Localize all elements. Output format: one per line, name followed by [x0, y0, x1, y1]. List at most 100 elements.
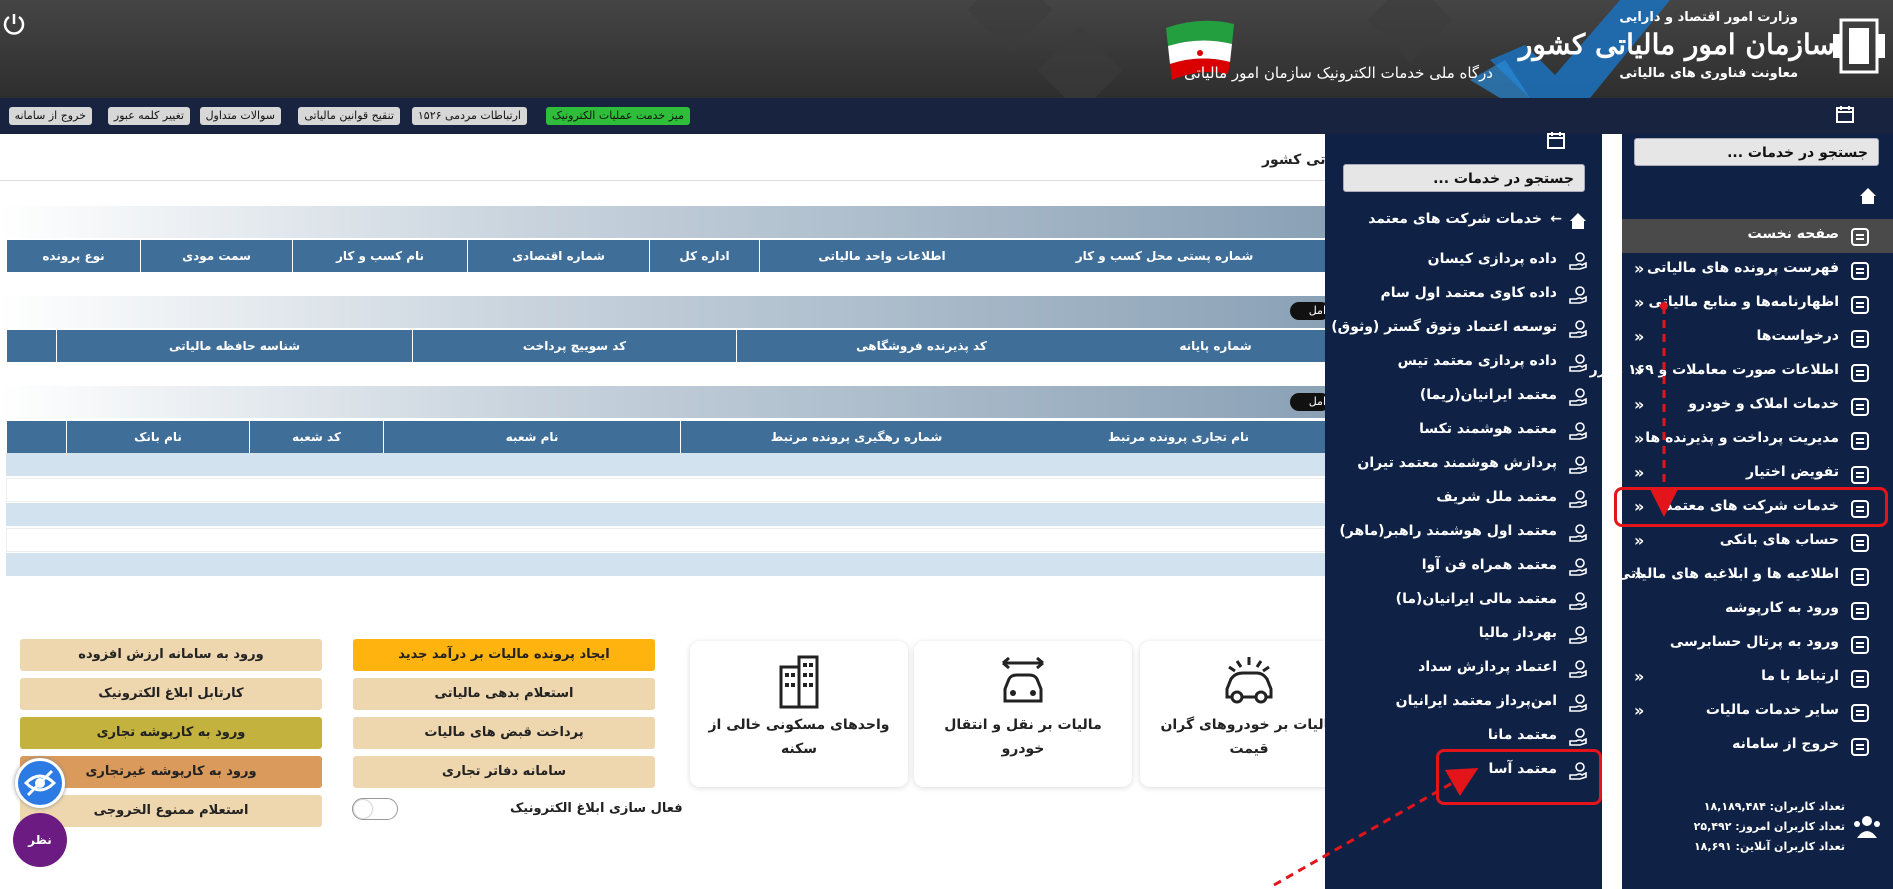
accessibility-button[interactable]: [15, 758, 65, 808]
submenu-item-label: داده پردازی کیسان: [1427, 251, 1557, 267]
sidebar-search-input[interactable]: جستجو در خدمات ...: [1634, 138, 1879, 166]
col-header: نام شعبه: [383, 421, 680, 453]
submenu-item[interactable]: بهرداز مالیا: [1325, 618, 1602, 652]
table-row[interactable]: [6, 528, 1325, 552]
chevron-left-icon: «: [1634, 667, 1645, 686]
sidebar-item-label: اطلاعیه ها و ابلاغیه های مالیاتی: [1616, 566, 1839, 582]
change-password-button[interactable]: تغییر کلمه عبور: [107, 107, 190, 125]
calendar-icon[interactable]: [1546, 130, 1566, 150]
sidebar-item[interactable]: حساب های بانکی «: [1622, 525, 1893, 559]
chevron-left-icon: «: [1634, 361, 1645, 380]
section-band: [0, 296, 1325, 328]
submenu-item[interactable]: داده پردازی کیسان: [1325, 244, 1602, 278]
table-row[interactable]: [6, 553, 1325, 577]
col-header: نام کسب و کار: [292, 240, 467, 272]
col-header: کد سوییچ پرداخت: [412, 330, 736, 362]
back-arrow-icon: ←: [1550, 211, 1562, 227]
sidebar-item[interactable]: تفویض اختیار «: [1622, 457, 1893, 491]
col-header: سمت مودی: [140, 240, 292, 272]
tax-laws-button[interactable]: تنقیح قوانین مالیاتی: [298, 107, 400, 125]
submenu-item-label: معتمد ایرانیان(ریما): [1419, 387, 1557, 403]
table3-header: نام بانک کد شعبه نام شعبه شماره رهگیری پ…: [6, 421, 1325, 453]
submenu-item[interactable]: پردازش هوشمند معتمد تیران: [1325, 448, 1602, 482]
sidebar-item[interactable]: اطلاعیه ها و ابلاغیه های مالیاتی «: [1617, 559, 1893, 593]
card-car-transfer-tax[interactable]: مالیات بر نقل و انتقال خودرو: [914, 641, 1132, 787]
sidebar-item[interactable]: ورود به کارپوشه: [1622, 593, 1893, 627]
header-pattern: [1367, 0, 1453, 63]
survey-button[interactable]: نظر سنجی: [13, 813, 67, 889]
hand-coin-icon: [1569, 456, 1587, 474]
hand-coin-icon: [1569, 388, 1587, 406]
submenu-item-label: معتمد مانا: [1487, 727, 1557, 743]
sidebar-item-label: خروج از سامانه: [1732, 736, 1839, 752]
submenu-item[interactable]: اعتماد پردازش سداد: [1325, 652, 1602, 686]
card-vacant-housing-tax[interactable]: واحدهای مسکونی خالی از سکنه: [690, 641, 908, 787]
table-row[interactable]: [6, 478, 1325, 502]
sidebar-item[interactable]: اطلاعات صورت معاملات و ۱۶۹ مکرر «: [1590, 355, 1893, 389]
sidebar-item[interactable]: ارتباط با ما «: [1622, 661, 1893, 695]
submenu-title[interactable]: ← خدمات شرکت های معتمد: [1325, 204, 1602, 238]
sidebar-item[interactable]: ورود به پرتال حسابرسی: [1622, 627, 1893, 661]
total-users-stat: تعداد کاربران: ۱۸,۱۸۹,۴۸۴: [1703, 800, 1845, 813]
exit-ban-inquiry-button[interactable]: استعلام ممنوع الخروجی: [20, 795, 322, 827]
chevron-left-icon: «: [1634, 463, 1645, 482]
home-icon[interactable]: [1858, 186, 1878, 206]
submenu-item[interactable]: معتمد هوشمند تکسا: [1325, 414, 1602, 448]
commercial-workspace-button[interactable]: ورود به کارپوشه تجاری: [20, 717, 322, 749]
table-row[interactable]: [6, 503, 1325, 527]
sidebar-item[interactable]: مدیریت پرداخت و پذیرنده ها «: [1622, 423, 1893, 457]
col-header: شناسه حافظه مالیاتی: [56, 330, 412, 362]
e-service-desk-button[interactable]: میز خدمت عملیات الکترونیک: [545, 107, 690, 125]
car-icon: [1225, 657, 1273, 704]
e-notice-inbox-button[interactable]: کارتابل ابلاغ الکترونیک: [20, 678, 322, 710]
mail-icon: [1851, 670, 1869, 688]
submenu-item[interactable]: معتمد ایرانیان(ریما): [1325, 380, 1602, 414]
chevron-left-icon: «: [1634, 531, 1645, 550]
sidebar-item-label: حساب های بانکی: [1719, 532, 1839, 548]
hand-coin-icon: [1569, 694, 1587, 712]
chevron-left-icon: «: [1634, 259, 1645, 278]
sidebar-item-label: ارتباط با ما: [1761, 668, 1839, 684]
sidebar-item[interactable]: اظهارنامه‌ها و منابع مالیاتی «: [1622, 287, 1893, 321]
col-header: [6, 421, 66, 453]
commercial-books-button[interactable]: سامانه دفاتر تجاری: [353, 756, 655, 788]
sidebar-item[interactable]: صفحه نخست: [1622, 219, 1893, 253]
e-notice-toggle[interactable]: [352, 798, 398, 820]
tax-debt-inquiry-button[interactable]: استعلام بدهی مالیاتی: [353, 678, 655, 710]
pay-tax-bills-button[interactable]: پرداخت قبض های مالیات: [353, 717, 655, 749]
col-header: نوع پرونده: [6, 240, 140, 272]
ministry-name: وزارت امور اقتصاد و دارایی: [1619, 10, 1798, 25]
submenu-item[interactable]: داده پردازی معتمد تیس: [1325, 346, 1602, 380]
submenu-item[interactable]: توسعه اعتماد وثوق گستر (وثوق): [1325, 312, 1602, 346]
sidebar-item[interactable]: سایر خدمات مالیات «: [1622, 695, 1893, 729]
section-band: [0, 386, 1325, 418]
sidebar-item[interactable]: خروج از سامانه: [1622, 729, 1893, 763]
sidebar-item[interactable]: درخواست‌ها «: [1622, 321, 1893, 355]
submenu-item[interactable]: امن‌پرداز معتمد ایرانیان: [1325, 686, 1602, 720]
new-income-tax-file-button[interactable]: ایجاد پرونده مالیات بر درآمد جدید: [353, 639, 655, 671]
submenu-item[interactable]: معتمد اول هوشمند راهبر(ماهر): [1325, 516, 1602, 550]
calendar-icon[interactable]: [1835, 104, 1855, 124]
vat-system-button[interactable]: ورود به سامانه ارزش افزوده: [20, 639, 322, 671]
faq-button[interactable]: سوالات متداول: [199, 107, 281, 125]
logout-button[interactable]: خروج از سامانه: [8, 107, 92, 125]
audit-icon: [1851, 636, 1869, 654]
submenu-item[interactable]: معتمد ملل شریف: [1325, 482, 1602, 516]
hand-coin-icon: [1569, 354, 1587, 372]
table-row[interactable]: [6, 453, 1325, 477]
public-relations-button[interactable]: ارتباطات مردمی ۱۵۲۶: [411, 107, 527, 125]
col-header: نام بانک: [66, 421, 249, 453]
submenu-item[interactable]: معتمد مالی ایرانیان(ما): [1325, 584, 1602, 618]
submenu-item[interactable]: معتمد همراه فن آوا: [1325, 550, 1602, 584]
submenu-item[interactable]: داده کاوی معتمد اول سام: [1325, 278, 1602, 312]
power-icon[interactable]: [2, 12, 26, 36]
sidebar-item[interactable]: خدمات املاک و خودرو «: [1622, 389, 1893, 423]
submenu-search-input[interactable]: جستجو در خدمات ...: [1343, 164, 1585, 192]
non-commercial-workspace-button[interactable]: ورود به کارپوشه غیرتجاری: [20, 756, 322, 788]
col-header: شماره اقتصادی: [467, 240, 649, 272]
submenu-item-label: پردازش هوشمند معتمد تیران: [1357, 455, 1557, 471]
card-icon: [1851, 432, 1869, 450]
col-header: شماره رهگیری پرونده مرتبط: [680, 421, 1032, 453]
sidebar-item[interactable]: فهرست پرونده های مالیاتی «: [1622, 253, 1893, 287]
sidebar-item-label: ورود به کارپوشه: [1725, 600, 1839, 616]
